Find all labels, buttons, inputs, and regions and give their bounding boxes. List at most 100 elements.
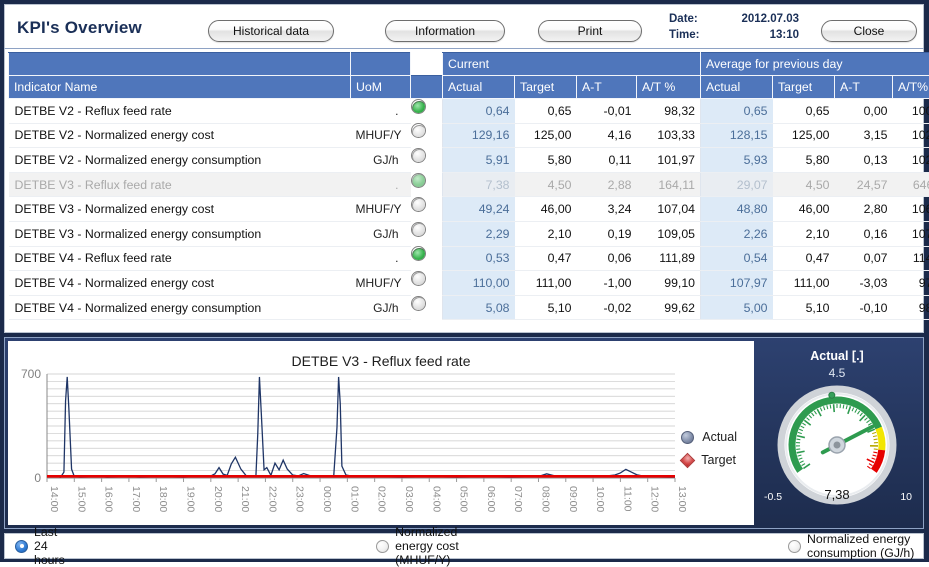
cell-uom: MHUF/Y: [351, 197, 411, 222]
cell-previous-actual: 29,07: [701, 172, 773, 197]
cell-indicator-name: DETBE V2 - Normalized energy cost: [9, 123, 351, 148]
historical-data-button[interactable]: Historical data: [208, 20, 334, 42]
information-button[interactable]: Information: [385, 20, 505, 42]
svg-text:03:00: 03:00: [403, 486, 415, 512]
cell-current-actual: 7,38: [443, 172, 515, 197]
legend-actual-label: Actual: [702, 430, 737, 444]
time-row: Time: 13:10: [669, 27, 799, 43]
trend-chart-panel: DETBE V3 - Reflux feed rate 700 0 14:00 15:…: [8, 341, 754, 525]
legend-target-label: Target: [701, 453, 736, 467]
svg-text:02:00: 02:00: [376, 486, 388, 512]
svg-text:12:00: 12:00: [649, 486, 661, 512]
col-previous-pct[interactable]: A/T%: [893, 76, 929, 99]
kpi-overview-window: KPI's Overview Historical data Informati…: [0, 0, 929, 562]
col-uom[interactable]: UoM: [351, 76, 411, 99]
cell-status: [411, 123, 426, 138]
table-row[interactable]: DETBE V4 - Normalized energy consumption…: [9, 295, 929, 320]
cell-previous-actual: 5,00: [701, 295, 773, 320]
status-led-green-icon: [412, 174, 426, 188]
svg-text:05:00: 05:00: [458, 486, 470, 512]
cell-status: [411, 148, 426, 163]
cell-current-diff: -0,01: [577, 99, 637, 124]
svg-text:15:00: 15:00: [75, 486, 87, 512]
cell-current-actual: 0,53: [443, 246, 515, 271]
radio-normalized-energy-consumption[interactable]: Normalized energy consumption (GJ/h): [788, 532, 923, 560]
col-indicator-name[interactable]: Indicator Name: [9, 76, 351, 99]
cell-previous-actual: 0,65: [701, 99, 773, 124]
cell-previous-diff: -0,10: [835, 295, 893, 320]
svg-text:00:00: 00:00: [321, 486, 333, 512]
cell-current-target: 4,50: [515, 172, 577, 197]
cell-current-pct: 107,04: [637, 197, 701, 222]
cell-uom: GJ/h: [351, 295, 411, 320]
cell-current-target: 46,00: [515, 197, 577, 222]
cell-current-actual: 49,24: [443, 197, 515, 222]
col-current-pct[interactable]: A/T %: [637, 76, 701, 99]
cell-uom: .: [351, 99, 411, 124]
cell-uom: .: [351, 246, 411, 271]
group-header-current: Current: [443, 53, 701, 76]
svg-text:700: 700: [21, 367, 41, 381]
cell-current-pct: 101,97: [637, 148, 701, 173]
cell-current-actual: 110,00: [443, 271, 515, 296]
cell-current-actual: 0,64: [443, 99, 515, 124]
cell-current-target: 0,47: [515, 246, 577, 271]
cell-previous-target: 111,00: [773, 271, 835, 296]
cell-status: [411, 296, 426, 311]
close-button[interactable]: Close: [821, 20, 917, 42]
col-previous-actual[interactable]: Actual: [701, 76, 773, 99]
col-previous-diff[interactable]: A-T: [835, 76, 893, 99]
table-row[interactable]: DETBE V3 - Reflux feed rate.7,384,502,88…: [9, 172, 929, 197]
print-button[interactable]: Print: [538, 20, 642, 42]
cell-status: [411, 246, 426, 261]
svg-text:0: 0: [34, 471, 41, 485]
table-row[interactable]: DETBE V2 - Reflux feed rate. 0,64 0,65 -0,0…: [9, 99, 929, 124]
cell-indicator-name: DETBE V2 - Reflux feed rate: [9, 99, 351, 124]
chart-title: DETBE V3 - Reflux feed rate: [9, 353, 753, 369]
svg-text:08:00: 08:00: [539, 486, 551, 512]
svg-text:22:00: 22:00: [266, 486, 278, 512]
cell-previous-pct: 97,27: [893, 271, 929, 296]
cell-previous-pct: 114,26: [893, 246, 929, 271]
cell-previous-diff: 0,13: [835, 148, 893, 173]
date-row: Date: 2012.07.03: [669, 11, 799, 27]
cell-current-actual: 129,16: [443, 123, 515, 148]
svg-text:01:00: 01:00: [348, 486, 360, 512]
cell-previous-pct: 102,31: [893, 148, 929, 173]
svg-text:14:00: 14:00: [48, 486, 60, 512]
cell-previous-diff: 3,15: [835, 123, 893, 148]
cell-status: [411, 197, 426, 212]
cell-current-target: 2,10: [515, 221, 577, 246]
table-row[interactable]: DETBE V4 - Reflux feed rate.0,530,470,06…: [9, 246, 929, 271]
gauge-title: Actual [.]: [754, 349, 920, 363]
radio-normalized-energy-cost[interactable]: Normalized energy cost (MHUF/Y): [376, 525, 496, 567]
col-previous-target[interactable]: Target: [773, 76, 835, 99]
col-status: [411, 76, 443, 99]
col-current-actual[interactable]: Actual: [443, 76, 515, 99]
table-row[interactable]: DETBE V4 - Normalized energy costMHUF/Y1…: [9, 271, 929, 296]
cell-previous-diff: -3,03: [835, 271, 893, 296]
svg-text:18:00: 18:00: [157, 486, 169, 512]
table-row[interactable]: DETBE V2 - Normalized energy consumption…: [9, 148, 929, 173]
trend-chart[interactable]: 700014:0015:0016:0017:0018:0019:0020:002…: [9, 342, 753, 526]
status-led-grey-icon: [412, 297, 426, 311]
cell-previous-target: 46,00: [773, 197, 835, 222]
cell-previous-diff: 24,57: [835, 172, 893, 197]
table-row[interactable]: DETBE V3 - Normalized energy costMHUF/Y4…: [9, 197, 929, 222]
status-led-grey-icon: [412, 149, 426, 163]
cell-previous-target: 5,10: [773, 295, 835, 320]
col-current-target[interactable]: Target: [515, 76, 577, 99]
gauge-min-label: -0.5: [764, 491, 782, 503]
table-row[interactable]: DETBE V2 - Normalized energy costMHUF/Y1…: [9, 123, 929, 148]
group-header-previous: Average for previous day: [701, 53, 929, 76]
col-current-diff[interactable]: A-T: [577, 76, 637, 99]
table-row[interactable]: DETBE V3 - Normalized energy consumption…: [9, 221, 929, 246]
status-led-grey-icon: [412, 223, 426, 237]
radio-last-24-hours[interactable]: Last 24 hours: [15, 525, 69, 567]
cell-previous-actual: 2,26: [701, 221, 773, 246]
gauge-dial: 7,38: [773, 381, 901, 509]
cell-previous-pct: 106,08: [893, 197, 929, 222]
cell-current-diff: 0,11: [577, 148, 637, 173]
group-blank-name: [9, 53, 351, 76]
svg-text:19:00: 19:00: [185, 486, 197, 512]
